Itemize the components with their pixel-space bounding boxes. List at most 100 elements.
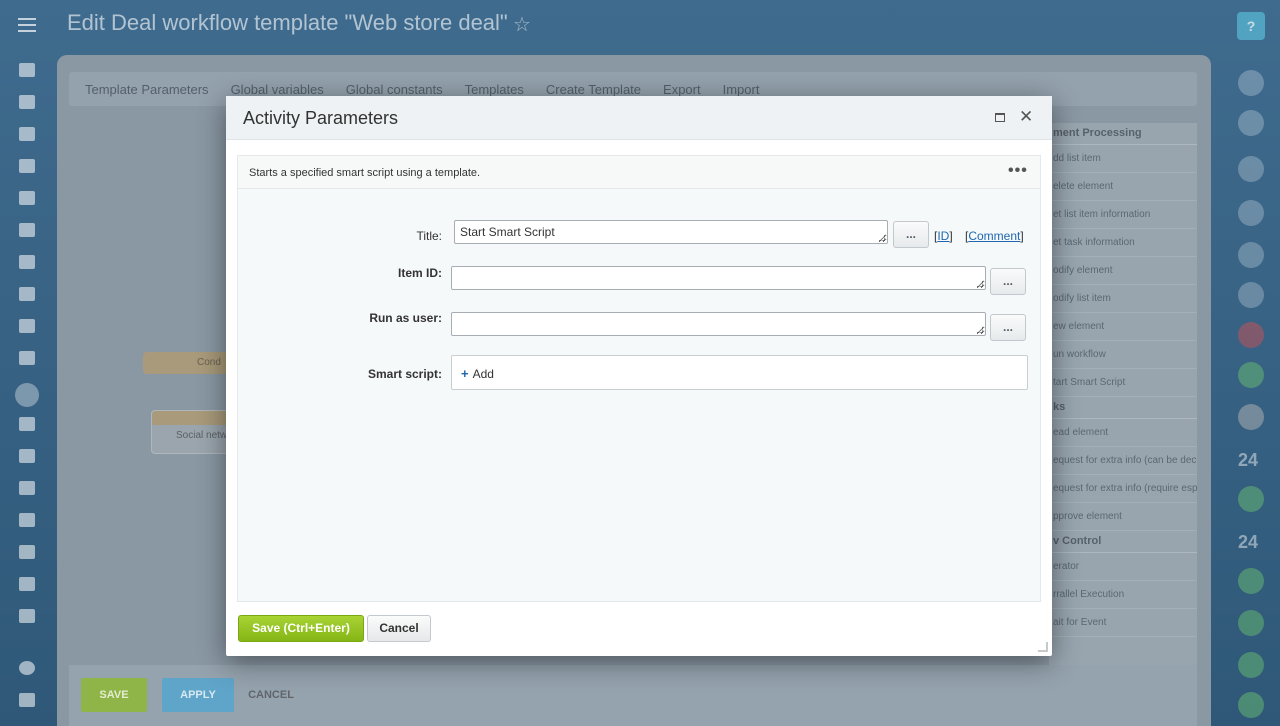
drive-icon[interactable] (19, 255, 35, 269)
more-apps-icon[interactable] (19, 609, 35, 623)
lock-icon[interactable] (1238, 322, 1264, 348)
activity-item[interactable]: ead element (1049, 419, 1197, 447)
sign-icon[interactable] (19, 545, 35, 559)
calendar-icon[interactable] (1238, 242, 1264, 268)
target-icon[interactable] (19, 513, 35, 527)
activity-item[interactable]: odify element (1049, 257, 1197, 285)
run-as-user-input[interactable] (451, 312, 986, 336)
search-icon[interactable] (1238, 156, 1264, 182)
toolbar-global-variables[interactable]: Global variables (231, 82, 324, 97)
menu-icon[interactable] (18, 18, 36, 32)
documents-icon[interactable] (19, 223, 35, 237)
rail-icon-1[interactable] (19, 63, 35, 77)
messenger-icon[interactable] (1238, 110, 1264, 136)
apply-template-button[interactable]: APPLY (162, 678, 234, 712)
title-picker-button[interactable]: ... (893, 221, 929, 248)
activity-item[interactable]: equest for extra info (require esponse) (1049, 475, 1197, 503)
title-input-value: Start Smart Script (460, 225, 555, 239)
avatar[interactable] (1238, 404, 1264, 430)
sitemap-icon[interactable] (19, 693, 35, 707)
toolbar-create-template[interactable]: Create Template (546, 82, 641, 97)
contacts-icon[interactable] (19, 351, 35, 365)
item-id-label: Item ID: (397, 266, 442, 280)
run-as-user-picker-button[interactable]: ... (990, 314, 1026, 341)
plus-icon: + (461, 366, 469, 381)
comment-link[interactable]: Comment (968, 229, 1020, 243)
activity-item[interactable]: et list item information (1049, 201, 1197, 229)
activity-item[interactable]: dd list item (1049, 145, 1197, 173)
activity-item[interactable]: equest for extra info (can be declined) (1049, 447, 1197, 475)
lock-icon-2[interactable] (1238, 486, 1264, 512)
activity-parameters-dialog: Activity Parameters ✕ Starts a specified… (226, 96, 1052, 656)
panel-section-title[interactable]: v Control (1049, 531, 1197, 553)
toolbar-import[interactable]: Import (723, 82, 760, 97)
counter-badge: 24 (1238, 532, 1259, 552)
cancel-template-button[interactable]: CANCEL (247, 678, 295, 712)
user-icon-4[interactable] (1238, 652, 1264, 678)
activity-item[interactable]: et task information (1049, 229, 1197, 257)
id-link[interactable]: ID (937, 229, 949, 243)
toolbar-templates[interactable]: Templates (465, 82, 524, 97)
activity-item[interactable]: pprove element (1049, 503, 1197, 531)
crm-funnel-icon[interactable] (15, 383, 39, 407)
activity-item[interactable]: elete element (1049, 173, 1197, 201)
save-button[interactable]: Save (Ctrl+Enter) (238, 615, 364, 642)
rail-icon-2[interactable] (19, 95, 35, 109)
maximize-icon[interactable] (995, 113, 1005, 122)
panel-section-title[interactable]: ment Processing (1049, 123, 1197, 145)
email-icon[interactable] (1238, 282, 1264, 308)
toolbar-export[interactable]: Export (663, 82, 701, 97)
activity-item[interactable]: un workflow (1049, 341, 1197, 369)
groups-icon[interactable] (19, 319, 35, 333)
activity-item[interactable]: ew element (1049, 313, 1197, 341)
cancel-button[interactable]: Cancel (367, 615, 431, 642)
run-as-user-label: Run as user: (369, 311, 442, 325)
toolbar-template-parameters[interactable]: Template Parameters (85, 82, 209, 97)
condition-node-label: Cond (197, 357, 221, 368)
activity-item[interactable]: erator (1049, 553, 1197, 581)
counter-badge: 24 (1238, 450, 1259, 470)
activity-item[interactable]: odify list item (1049, 285, 1197, 313)
right-rail (1224, 60, 1280, 726)
user-icon-3[interactable] (1238, 610, 1264, 636)
activity-item[interactable]: tart Smart Script (1049, 369, 1197, 397)
box-icon[interactable] (19, 577, 35, 591)
activity-item[interactable]: ait for Event (1049, 609, 1197, 637)
add-smart-script-button[interactable]: + Add (461, 366, 494, 381)
star-icon[interactable]: ☆ (513, 12, 531, 37)
user-icon[interactable] (1238, 362, 1264, 388)
title-input[interactable]: Start Smart Script (454, 220, 888, 244)
dialog-content: Starts a specified smart script using a … (237, 155, 1041, 602)
dialog-header: Activity Parameters ✕ (226, 96, 1052, 140)
help-button[interactable]: ? (1237, 12, 1265, 40)
activity-item[interactable]: rrallel Execution (1049, 581, 1197, 609)
close-icon[interactable]: ✕ (1019, 107, 1033, 127)
page-title: Edit Deal workflow template "Web store d… (67, 10, 508, 35)
social-node[interactable]: Social netw (151, 410, 233, 454)
groups-chat-icon[interactable] (1238, 200, 1264, 226)
item-id-picker-button[interactable]: ... (990, 268, 1026, 295)
title-label: Title: (416, 229, 442, 243)
car-icon[interactable] (19, 449, 35, 463)
chat-icon[interactable] (19, 127, 35, 141)
description-bar: Starts a specified smart script using a … (238, 156, 1040, 189)
tasks-icon[interactable] (19, 159, 35, 173)
save-template-button[interactable]: SAVE (81, 678, 147, 712)
user-icon-2[interactable] (1238, 568, 1264, 594)
item-id-input[interactable] (451, 266, 986, 290)
toolbar-global-constants[interactable]: Global constants (346, 82, 443, 97)
user-icon-5[interactable] (1238, 692, 1264, 718)
mail-icon[interactable] (19, 287, 35, 301)
cart-icon[interactable] (19, 417, 35, 431)
bell-icon[interactable] (1238, 70, 1264, 96)
id-link-wrapper: [ID] (934, 229, 953, 243)
condition-node[interactable]: Cond (143, 352, 233, 374)
bank-icon[interactable] (19, 481, 35, 495)
more-icon[interactable]: ••• (1008, 162, 1028, 180)
calendar-icon[interactable] (19, 191, 35, 205)
panel-section-title[interactable]: ks (1049, 397, 1197, 419)
social-node-label: Social netw (176, 430, 228, 441)
help-icon[interactable] (19, 661, 35, 675)
dialog-resize-handle[interactable] (1038, 642, 1048, 652)
add-label: Add (472, 367, 494, 381)
